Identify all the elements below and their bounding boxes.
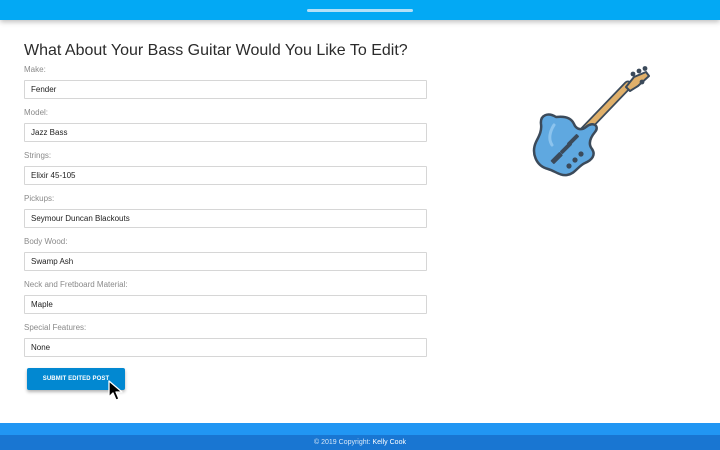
page-title: What About Your Bass Guitar Would You Li… bbox=[24, 42, 408, 59]
mouse-pointer-icon bbox=[108, 380, 123, 401]
bass-guitar-icon bbox=[532, 66, 650, 177]
top-nav-bar bbox=[0, 0, 720, 20]
make-label: Make: bbox=[24, 65, 46, 74]
pickups-field[interactable] bbox=[24, 209, 427, 228]
special-features-field[interactable] bbox=[24, 338, 427, 357]
footer-author: Kelly Cook bbox=[372, 439, 406, 446]
nav-handle bbox=[307, 9, 413, 12]
model-field[interactable] bbox=[24, 123, 427, 142]
footer: © 2019 Copyright: Kelly Cook bbox=[0, 435, 720, 450]
footer-copyright: © 2019 Copyright: bbox=[314, 439, 371, 446]
strings-label: Strings: bbox=[24, 151, 52, 160]
body-wood-field[interactable] bbox=[24, 252, 427, 271]
model-label: Model: bbox=[24, 108, 49, 117]
neck-fretboard-field[interactable] bbox=[24, 295, 427, 314]
special-features-label: Special Features: bbox=[24, 323, 87, 332]
pickups-label: Pickups: bbox=[24, 194, 55, 203]
neck-fretboard-label: Neck and Fretboard Material: bbox=[24, 280, 128, 289]
make-field[interactable] bbox=[24, 80, 427, 99]
footer-band bbox=[0, 423, 720, 435]
strings-field[interactable] bbox=[24, 166, 427, 185]
body-wood-label: Body Wood: bbox=[24, 237, 68, 246]
